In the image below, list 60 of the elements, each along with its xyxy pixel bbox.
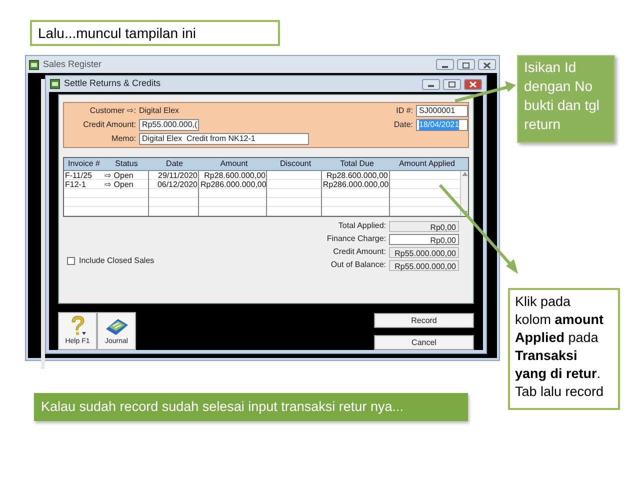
callout-note: Isikan Id dengan No bukti dan tgl return [517,55,615,143]
minimize-button[interactable] [422,78,440,90]
memo-field[interactable]: Digital Elex Credit from NK12-1 [139,133,309,145]
table-cell: 06/12/2020 [149,180,198,189]
field-label: Memo: [110,133,136,145]
minimize-icon [442,66,448,68]
table-cell: Rp28.600.000,00 [322,171,389,180]
footer-banner: Kalau sudah record sudah selesai input transaksi retur nya... [34,393,468,421]
column-header: Amount [219,158,249,170]
total-value: Rp55.000.000,00 [389,260,459,270]
total-label: Total Applied: [337,220,386,232]
total-label: Finance Charge: [326,233,386,245]
scrollbar[interactable] [460,171,468,216]
checkbox[interactable] [67,257,75,265]
close-icon [483,62,491,68]
table-cell: Rp28.600.000,00 [199,171,266,180]
total-label: Out of Balance: [330,259,386,271]
record-button[interactable]: Record [374,313,474,328]
column-header: Total Due [339,158,375,170]
customer-name: Digital Elex [139,105,180,117]
pointer-arrow [454,81,516,102]
app-icon [50,79,60,89]
table-cell: ⇨ Open [104,180,148,189]
field-label: Credit Amount: [82,119,136,131]
total-value: Rp0,00 [389,220,459,232]
column-header: Amount Applied [398,158,456,170]
maximize-icon [462,62,470,68]
total-label: Credit Amount: [332,246,386,258]
field-label: Date: [392,119,413,131]
maximize-button[interactable] [443,78,461,90]
dialog-title: Settle Returns & Credits [64,77,161,90]
total-value[interactable]: Rp0,00 [389,234,459,244]
minimize-icon [428,85,434,87]
table-cell: ⇨ Open [104,171,148,180]
app-icon [29,60,39,70]
column-header: Status [114,158,139,170]
id-field[interactable]: SJ000001 [416,105,468,117]
slide-title: Lalu...muncul tampilan ini [30,20,280,46]
callout-note: Klik pada kolom amount Applied pada Transaksi yang di retur. Tab lalu record [508,288,620,410]
window-title: Sales Register [43,58,102,71]
credit-amount-field[interactable]: Rp55.000.000,( [139,119,199,131]
column-header: Discount [278,158,312,170]
minimize-button[interactable] [436,59,454,70]
total-value: Rp55.000.000,00 [389,246,459,258]
close-button[interactable] [478,59,496,70]
close-icon [469,81,477,88]
table-cell: F-11/25 [64,171,104,180]
maximize-button[interactable] [457,59,475,70]
column-header: Invoice # [66,158,102,170]
table-cell: F12-1 [64,180,104,189]
cancel-button[interactable]: Cancel [374,335,474,350]
field-label: Customer ⇨: [88,105,136,117]
close-button[interactable] [464,78,482,90]
checkbox-label: Include Closed Sales [79,255,154,267]
maximize-icon [448,82,456,88]
table-cell: Rp286.000.000,00 [199,180,266,189]
field-label: ID #: [395,105,413,117]
table-cell: Rp286.000.000,00 [322,180,389,189]
table-cell: 29/11/2020 [149,171,198,180]
column-header: Date [165,158,184,170]
